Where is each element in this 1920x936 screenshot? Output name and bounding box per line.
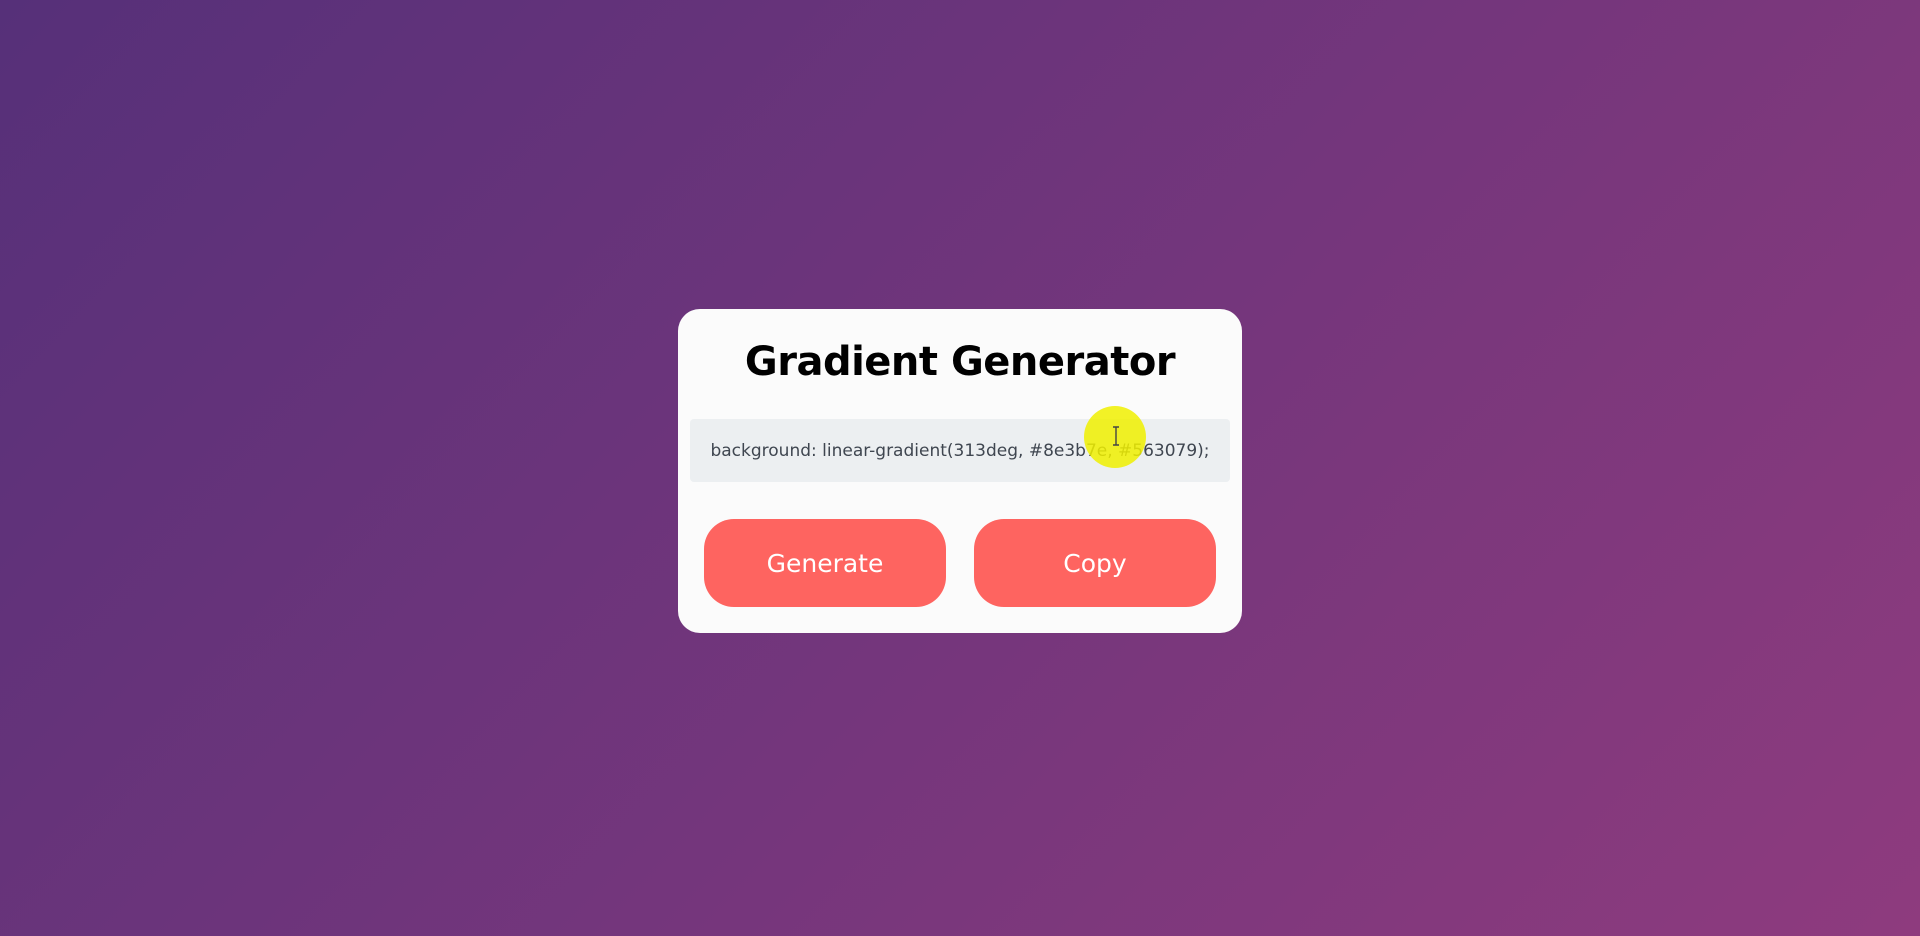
copy-button[interactable]: Copy	[974, 519, 1216, 607]
page-title: Gradient Generator	[744, 339, 1176, 385]
css-output-field[interactable]: background: linear-gradient(313deg, #8e3…	[690, 419, 1230, 482]
generate-button[interactable]: Generate	[704, 519, 946, 607]
gradient-generator-card: Gradient Generator background: linear-gr…	[678, 309, 1242, 633]
